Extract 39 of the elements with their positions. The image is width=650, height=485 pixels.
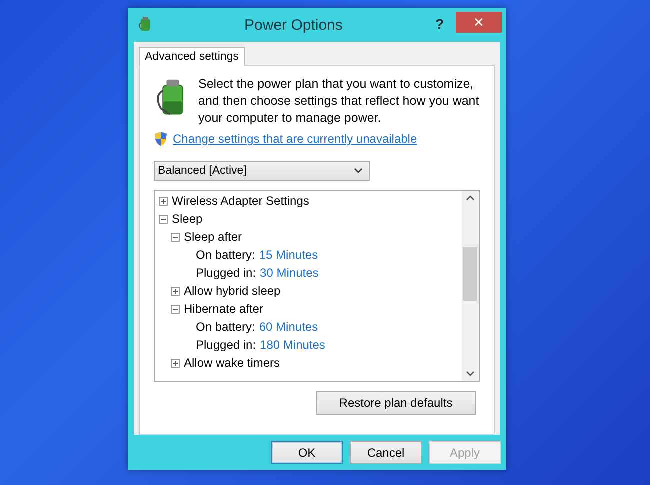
- setting-value-link[interactable]: 15 Minutes: [259, 248, 318, 262]
- help-button[interactable]: ?: [435, 16, 444, 32]
- scrollbar[interactable]: [462, 191, 479, 381]
- power-plan-dropdown[interactable]: Balanced [Active]: [154, 161, 370, 181]
- setting-label: Plugged in:: [196, 266, 256, 280]
- chevron-down-icon: [354, 168, 363, 174]
- dropdown-value: Balanced [Active]: [158, 165, 247, 177]
- expand-icon[interactable]: [171, 358, 180, 368]
- tab[interactable]: Advanced settings: [139, 47, 245, 66]
- tree-item-label[interactable]: Allow hybrid sleep: [184, 284, 281, 298]
- setting-label: On battery:: [196, 320, 256, 334]
- expand-icon[interactable]: [171, 286, 180, 296]
- shield-icon: [154, 131, 168, 147]
- collapse-icon[interactable]: [171, 232, 180, 242]
- tree-item-label[interactable]: Hibernate after: [184, 302, 264, 316]
- scrollbar-thumb[interactable]: [463, 247, 477, 301]
- dialog-button[interactable]: OK: [271, 441, 343, 464]
- settings-tree[interactable]: Wireless Adapter Settings Sleep Sleep after On battery: 15 Minutes Plugged in: 30 Minutes Allow hybrid sleep Hibernate after On battery: 60 Minutes Plugged in: 180 Minutes Allow wake timers: [154, 190, 480, 382]
- change-settings-link[interactable]: Change settings that are currently unavailable: [173, 132, 418, 146]
- setting-value-link[interactable]: 30 Minutes: [260, 266, 319, 280]
- close-button[interactable]: ✕: [456, 12, 502, 33]
- setting-label: Plugged in:: [196, 338, 256, 352]
- battery-plug-icon: [138, 17, 152, 33]
- tree-item-label[interactable]: Sleep: [172, 212, 203, 226]
- tree-item-label[interactable]: Sleep after: [184, 230, 242, 244]
- setting-label: On battery:: [196, 248, 256, 262]
- restore-defaults-button[interactable]: Restore plan defaults: [316, 391, 476, 415]
- collapse-icon[interactable]: [171, 304, 180, 314]
- scroll-down-icon[interactable]: [466, 371, 475, 377]
- tree-item-label[interactable]: Allow wake timers: [184, 356, 280, 370]
- intro-text: Select the power plan that you want to customize, and then choose settings that reflect how you want your computer to manage power.: [198, 76, 480, 127]
- collapse-icon[interactable]: [159, 214, 168, 224]
- scroll-up-icon[interactable]: [466, 195, 475, 201]
- window-title: Power Options: [244, 16, 344, 34]
- tree-item-label[interactable]: Wireless Adapter Settings: [172, 194, 310, 208]
- setting-value-link[interactable]: 60 Minutes: [259, 320, 318, 334]
- expand-icon[interactable]: [159, 196, 168, 206]
- dialog-button[interactable]: Cancel: [350, 441, 422, 464]
- setting-value-link[interactable]: 180 Minutes: [260, 338, 326, 352]
